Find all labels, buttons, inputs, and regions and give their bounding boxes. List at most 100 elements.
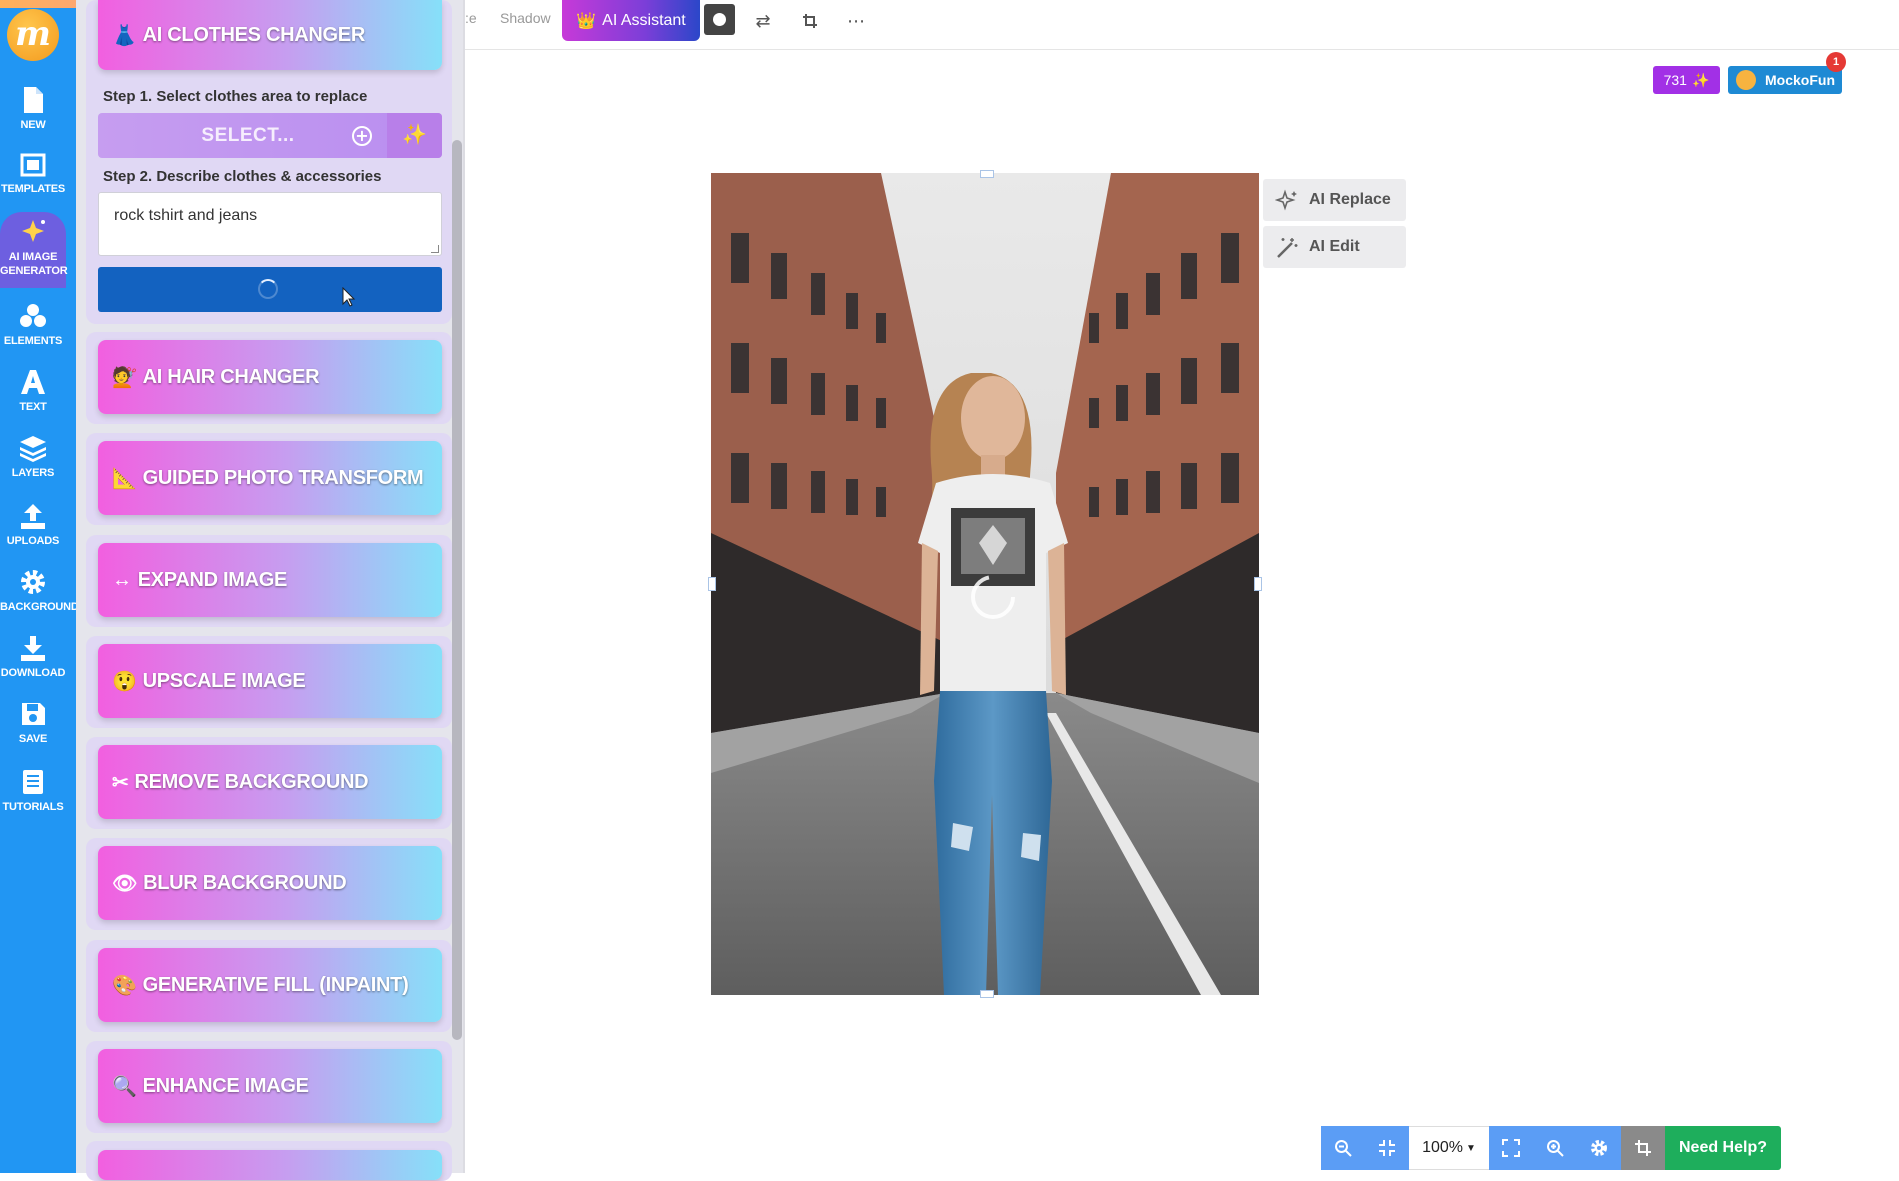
- record-circle-button[interactable]: [704, 4, 735, 35]
- guided-photo-transform-button[interactable]: 📐 GUIDED PHOTO TRANSFORM: [98, 441, 442, 515]
- eye-icon: 👁: [112, 872, 138, 895]
- nav-ai-image-generator[interactable]: AI IMAGE GENERATOR: [0, 212, 68, 288]
- ai-clothes-changer-label: AI CLOTHES CHANGER: [142, 23, 366, 46]
- nav-background[interactable]: BACKGROUND: [0, 568, 79, 614]
- remove-background-button[interactable]: ✂ REMOVE BACKGROUND: [98, 745, 442, 819]
- resize-handle-top[interactable]: [980, 170, 994, 178]
- credits-count: 731: [1663, 72, 1687, 88]
- upscale-image-button[interactable]: 😲 UPSCALE IMAGE: [98, 644, 442, 718]
- clothes-description-value: rock tshirt and jeans: [114, 207, 258, 224]
- avatar: [1736, 70, 1756, 90]
- palette-icon: 🎨: [112, 974, 137, 997]
- textarea-resize-handle[interactable]: [431, 245, 439, 253]
- ai-replace-button[interactable]: AI Replace: [1263, 179, 1406, 221]
- nav-templates[interactable]: TEMPLATES: [0, 152, 66, 196]
- mouse-cursor-icon: [342, 287, 356, 307]
- save-disk-icon: [22, 703, 45, 725]
- zoom-in-button[interactable]: [1533, 1126, 1577, 1170]
- gear-icon: [21, 570, 45, 594]
- resize-handle-left[interactable]: [708, 577, 716, 591]
- zoom-in-icon: [1547, 1140, 1564, 1157]
- user-account-button[interactable]: MockoFun: [1728, 66, 1842, 94]
- nav-text-label: TEXT: [19, 401, 47, 413]
- nav-background-label: BACKGROUND: [0, 601, 79, 613]
- add-area-icon[interactable]: +: [352, 126, 372, 146]
- nav-save-label: SAVE: [18, 733, 48, 745]
- blur-background-button[interactable]: 👁 BLUR BACKGROUND: [98, 846, 442, 920]
- nav-new-label: NEW: [20, 119, 46, 131]
- fullscreen-button[interactable]: [1489, 1126, 1533, 1170]
- blur-background-label: BLUR BACKGROUND: [143, 871, 347, 894]
- ai-clothes-changer-button[interactable]: 👗 AI CLOTHES CHANGER: [98, 0, 442, 70]
- hair-icon: 💇: [112, 366, 137, 389]
- toolbar-cut-text: :e: [465, 10, 477, 26]
- generative-fill-button[interactable]: 🎨 GENERATIVE FILL (INPAINT): [98, 948, 442, 1022]
- canvas-settings-button[interactable]: [1577, 1126, 1621, 1170]
- magnifier-icon: 🔍: [112, 1075, 137, 1098]
- more-options-icon[interactable]: ⋯: [841, 6, 871, 36]
- zoom-level-dropdown[interactable]: 100% ▼: [1409, 1126, 1489, 1170]
- upscale-image-label: UPSCALE IMAGE: [142, 669, 306, 692]
- nav-text[interactable]: TEXT: [0, 368, 66, 414]
- left-navigation-rail: m NEW TEMPLATES AI IMAGE GENERATOR ELEME…: [0, 0, 322, 1173]
- canvas-photo[interactable]: [711, 173, 1259, 995]
- nav-ai-image-generator-label: AI IMAGE GENERATOR: [0, 251, 68, 277]
- gear-icon: [1591, 1140, 1607, 1156]
- zoom-toolbar: 100% ▼ Need Help?: [1321, 1126, 1781, 1170]
- nav-templates-label: TEMPLATES: [1, 183, 65, 195]
- nav-save[interactable]: SAVE: [0, 700, 66, 746]
- street-photo-illustration: [711, 173, 1259, 995]
- ai-assistant-label: AI Assistant: [602, 11, 686, 29]
- sparkle-icon: [22, 220, 45, 242]
- generative-fill-label: GENERATIVE FILL (INPAINT): [142, 973, 409, 996]
- nav-uploads-label: UPLOADS: [6, 535, 60, 547]
- auto-select-sparkle-icon[interactable]: ✨: [387, 113, 442, 158]
- nav-layers-label: LAYERS: [11, 467, 55, 479]
- resize-handle-right[interactable]: [1254, 577, 1262, 591]
- expand-image-button[interactable]: ↔ EXPAND IMAGE: [98, 543, 442, 617]
- ai-edit-label: AI Edit: [1309, 238, 1360, 255]
- shadow-button[interactable]: Shadow: [500, 10, 551, 26]
- expand-arrows-icon: ↔: [112, 568, 132, 591]
- nav-tutorials[interactable]: TUTORIALS: [0, 768, 66, 814]
- crop-icon: [1635, 1140, 1651, 1156]
- step1-label: Step 1. Select clothes area to replace: [103, 88, 368, 105]
- guided-photo-transform-label: GUIDED PHOTO TRANSFORM: [142, 466, 424, 489]
- resize-handle-bottom[interactable]: [980, 990, 994, 998]
- nav-layers[interactable]: LAYERS: [0, 434, 66, 480]
- need-help-button[interactable]: Need Help?: [1665, 1126, 1781, 1170]
- mockofun-logo[interactable]: m: [7, 9, 59, 61]
- crop-mode-button[interactable]: [1621, 1126, 1665, 1170]
- ai-assistant-button[interactable]: 👑 AI Assistant: [562, 0, 700, 41]
- credits-badge[interactable]: 731 ✨: [1653, 66, 1720, 94]
- next-tool-button-partial[interactable]: [98, 1150, 442, 1180]
- ai-replace-label: AI Replace: [1309, 191, 1391, 208]
- new-document-icon: [24, 87, 43, 113]
- fit-screen-button[interactable]: [1365, 1126, 1409, 1170]
- scissors-icon: ✂: [112, 771, 129, 794]
- clothes-description-textarea[interactable]: rock tshirt and jeans: [98, 192, 442, 256]
- nav-uploads[interactable]: UPLOADS: [0, 502, 66, 548]
- triangle-ruler-icon: 📐: [112, 467, 137, 490]
- ai-hair-changer-button[interactable]: 💇 AI HAIR CHANGER: [98, 340, 442, 414]
- panel-scrollbar[interactable]: [452, 140, 462, 1040]
- dress-icon: 👗: [112, 24, 137, 47]
- ai-edit-button[interactable]: AI Edit: [1263, 226, 1406, 268]
- crop-icon[interactable]: [795, 6, 825, 36]
- generate-clothes-button[interactable]: [98, 267, 442, 312]
- nav-tutorials-label: TUTORIALS: [2, 801, 64, 813]
- sparkles-icon: [1275, 189, 1297, 211]
- enhance-image-button[interactable]: 🔍 ENHANCE IMAGE: [98, 1049, 442, 1123]
- enhance-image-label: ENHANCE IMAGE: [142, 1074, 309, 1097]
- zoom-out-button[interactable]: [1321, 1126, 1365, 1170]
- notification-badge[interactable]: 1: [1826, 52, 1846, 72]
- swap-arrows-icon[interactable]: ⇄: [748, 6, 778, 36]
- nav-elements[interactable]: ELEMENTS: [0, 302, 66, 348]
- nav-download[interactable]: DOWNLOAD: [0, 634, 66, 680]
- upload-icon: [21, 504, 45, 529]
- select-area-button[interactable]: SELECT... + ✨: [98, 113, 442, 158]
- zoom-out-icon: [1335, 1140, 1352, 1157]
- nav-new[interactable]: NEW: [0, 86, 66, 132]
- tutorials-book-icon: [23, 770, 43, 794]
- ai-hair-changer-label: AI HAIR CHANGER: [142, 365, 320, 388]
